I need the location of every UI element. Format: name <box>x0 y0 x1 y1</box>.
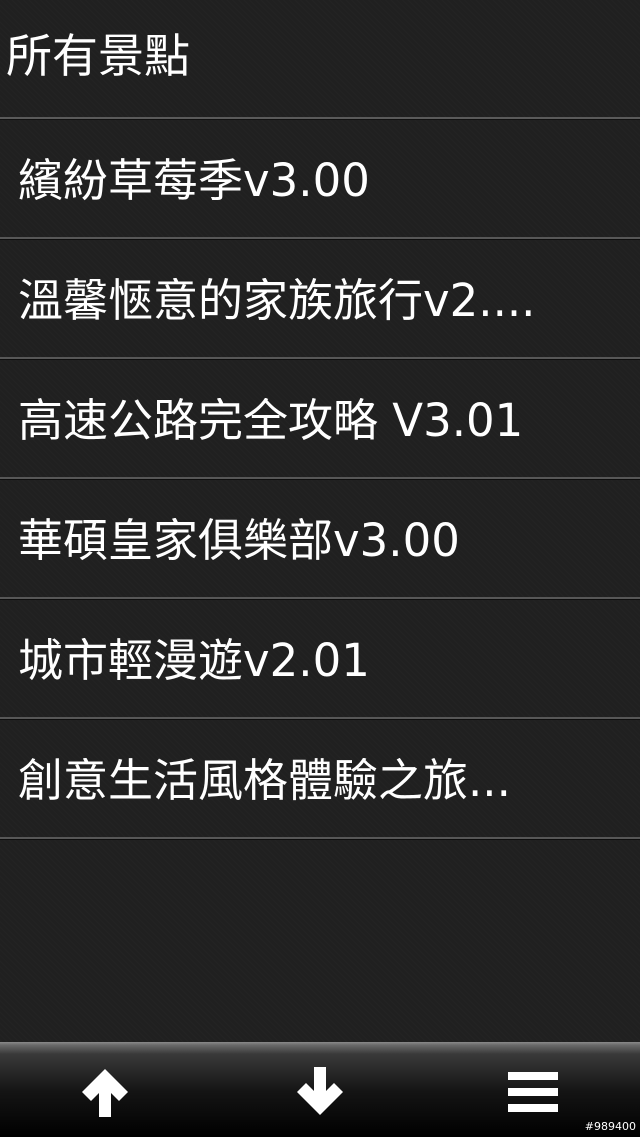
watermark-text: #989400 <box>584 1120 636 1133</box>
list-item[interactable]: 華碩皇家俱樂部v3.00 <box>0 480 640 600</box>
list-item[interactable]: 城市輕漫遊v2.01 <box>0 600 640 720</box>
menu-button[interactable] <box>478 1052 588 1132</box>
list-item-label: 華碩皇家俱樂部v3.00 <box>18 517 460 563</box>
list-item-label: 高速公路完全攻略 V3.01 <box>18 397 524 443</box>
page-title: 所有景點 <box>6 29 190 83</box>
scroll-down-button[interactable] <box>265 1052 375 1132</box>
bottom-toolbar: #989400 <box>0 1042 640 1137</box>
arrow-down-icon <box>297 1067 343 1115</box>
list-item-label: 繽紛草莓季v3.00 <box>18 157 370 203</box>
page-header: 所有景點 <box>0 0 640 118</box>
scroll-up-button[interactable] <box>50 1052 160 1132</box>
list-item[interactable]: 高速公路完全攻略 V3.01 <box>0 360 640 480</box>
list-item-label: 溫馨愜意的家族旅行v2.... <box>18 277 536 323</box>
attraction-list: 繽紛草莓季v3.00 溫馨愜意的家族旅行v2.... 高速公路完全攻略 V3.0… <box>0 120 640 840</box>
menu-icon <box>508 1072 558 1112</box>
list-item[interactable]: 創意生活風格體驗之旅... <box>0 720 640 840</box>
list-item-label: 創意生活風格體驗之旅... <box>18 757 511 803</box>
arrow-up-icon <box>82 1069 128 1117</box>
list-item-label: 城市輕漫遊v2.01 <box>18 637 370 683</box>
list-item[interactable]: 繽紛草莓季v3.00 <box>0 120 640 240</box>
list-divider <box>0 837 640 840</box>
list-item[interactable]: 溫馨愜意的家族旅行v2.... <box>0 240 640 360</box>
